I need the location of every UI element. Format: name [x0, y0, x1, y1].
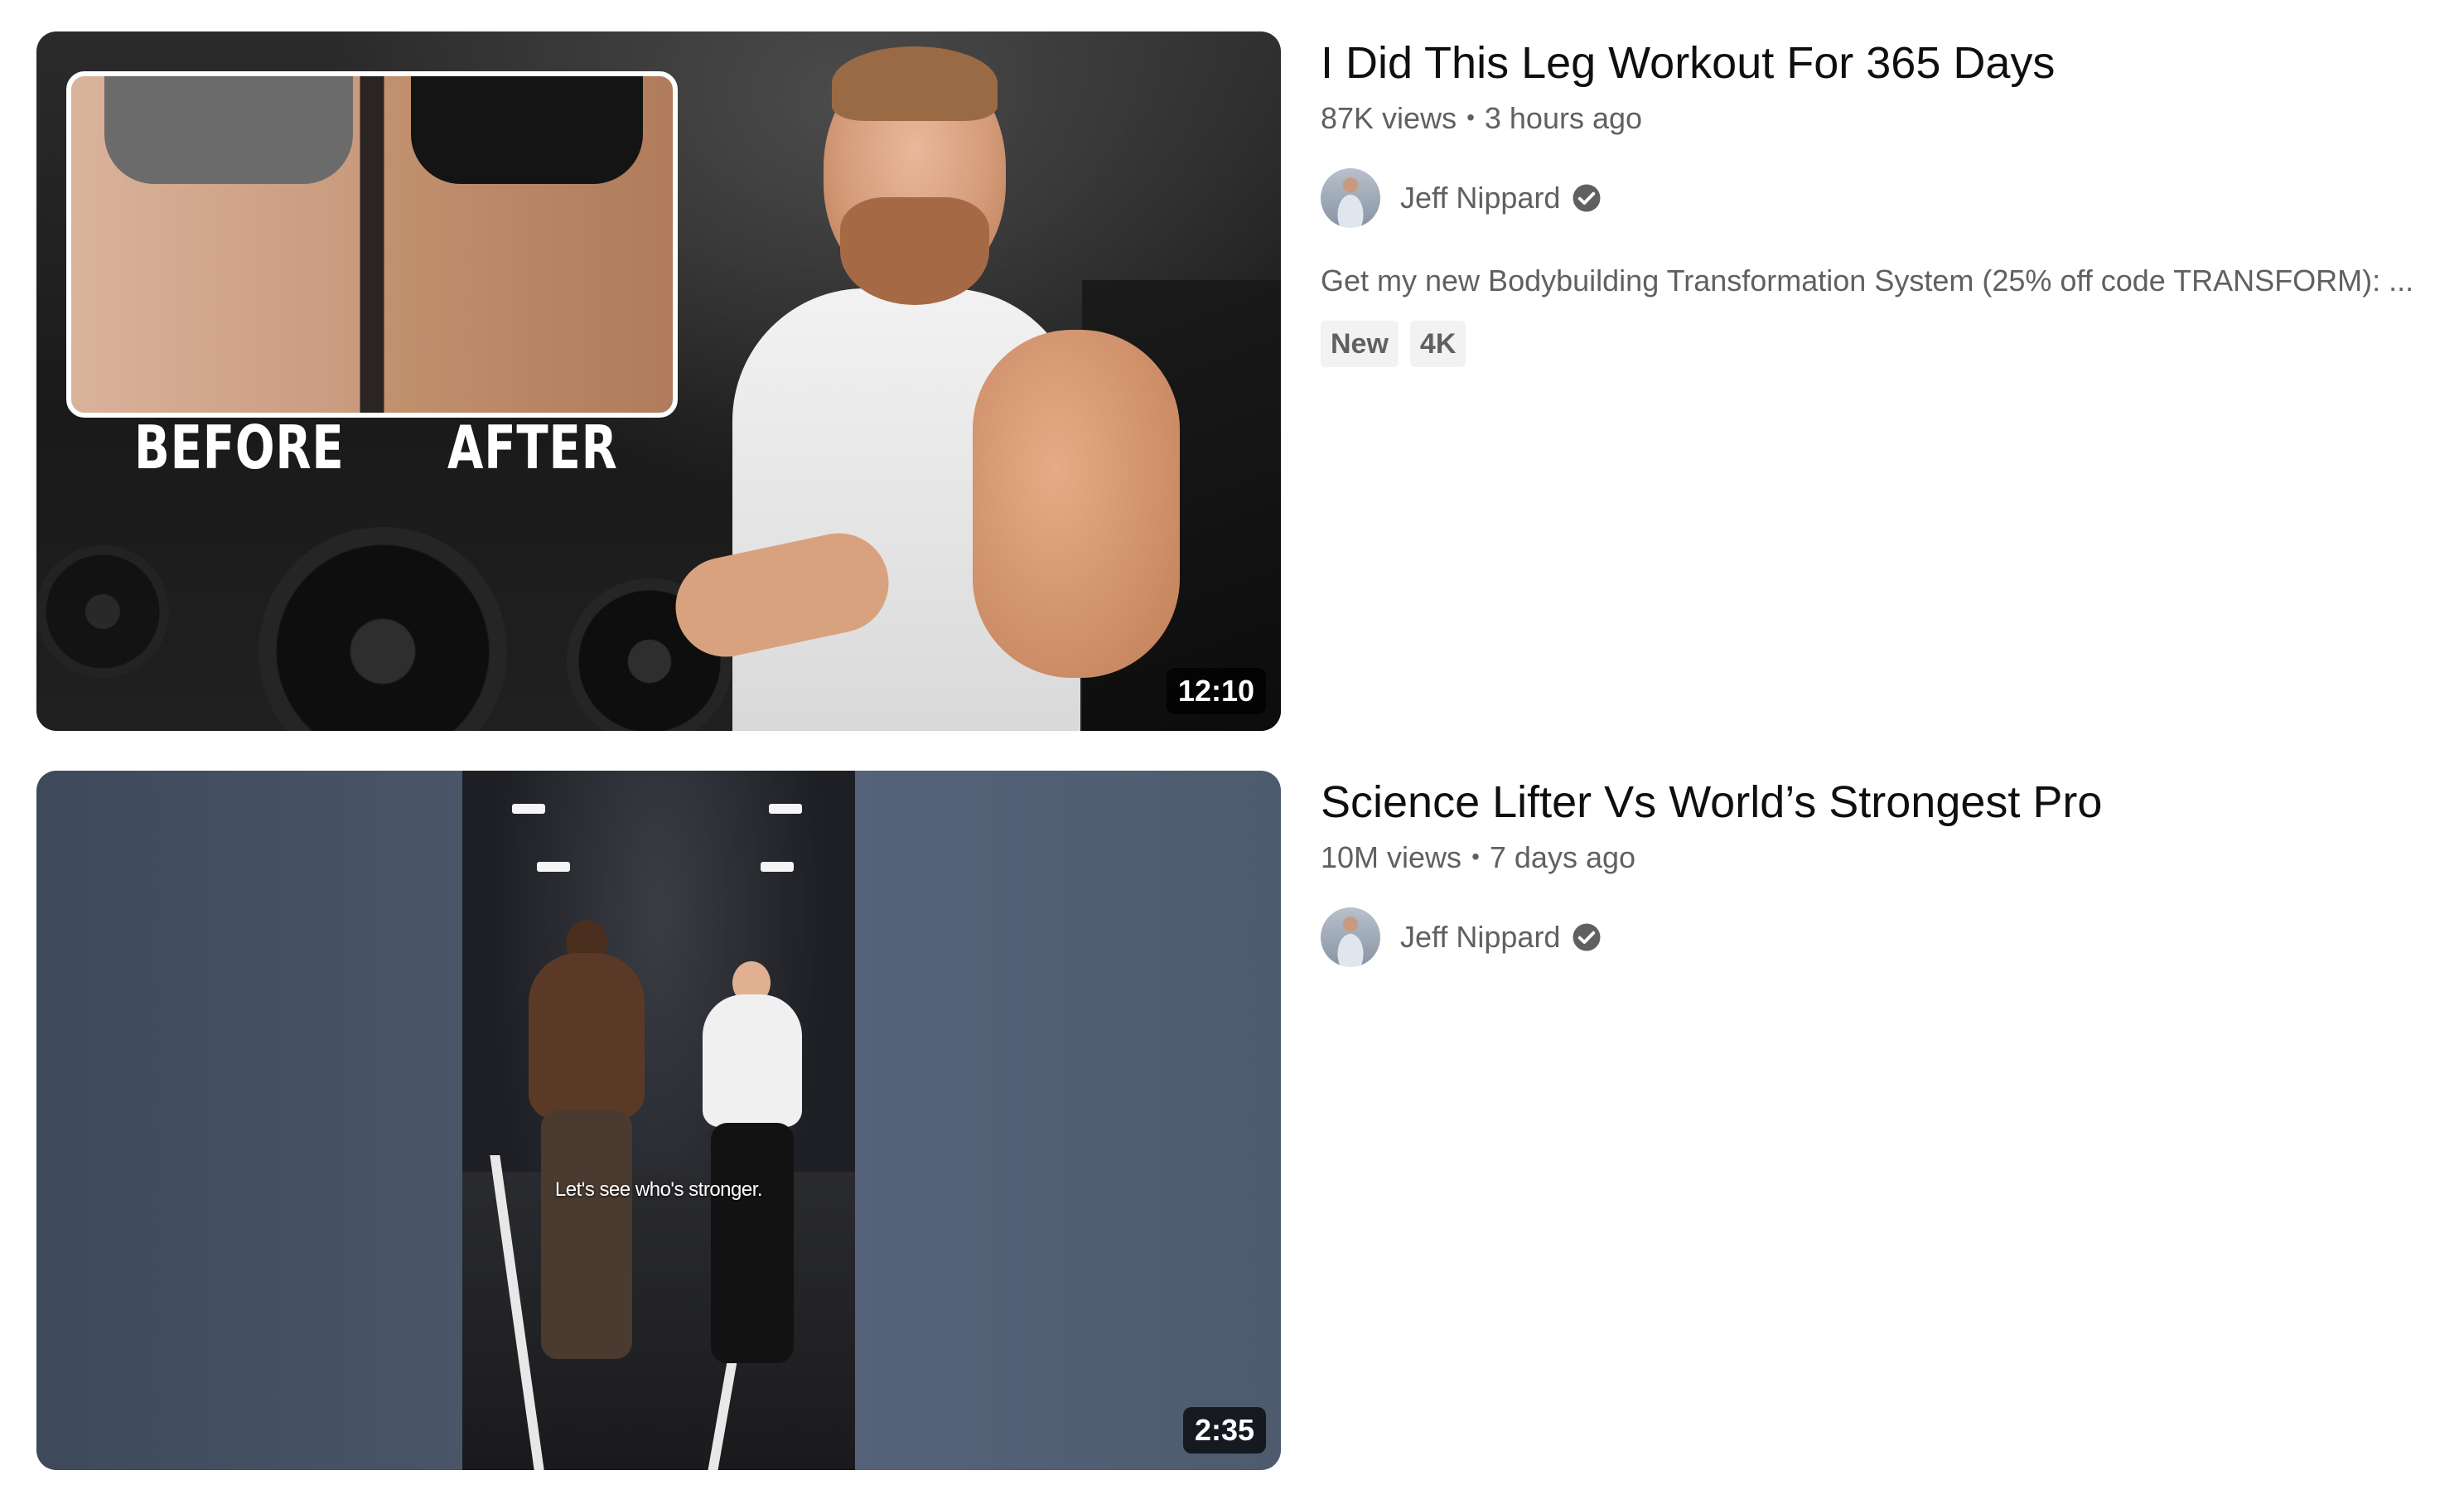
video-metadata: 10M views • 7 days ago: [1321, 837, 2447, 878]
video-thumbnail[interactable]: Let's see who's stronger. 2:35: [36, 771, 1281, 1470]
video-thumbnail[interactable]: BEFORE AFTER 12:10: [36, 31, 1281, 731]
channel-link[interactable]: Jeff Nippard: [1321, 168, 2447, 228]
video-details: I Did This Leg Workout For 365 Days 87K …: [1321, 31, 2447, 367]
video-details: Science Lifter Vs World’s Strongest Pro …: [1321, 771, 2447, 967]
video-title[interactable]: Science Lifter Vs World’s Strongest Pro: [1321, 771, 2447, 834]
4k-badge: 4K: [1409, 321, 1466, 367]
thumbnail-person-arm: [973, 330, 1180, 678]
thumbnail-person-pants: [711, 1123, 794, 1363]
thumbnail-ceiling-light: [512, 804, 545, 814]
channel-link[interactable]: Jeff Nippard: [1321, 907, 2447, 967]
check-circle-icon: [1573, 923, 1601, 951]
thumbnail-before-label: BEFORE: [134, 413, 345, 482]
thumbnail-person-beard: [840, 197, 989, 305]
channel-name[interactable]: Jeff Nippard: [1400, 178, 1560, 218]
thumbnail-person-torso: [529, 953, 645, 1119]
thumbnail-person: [529, 920, 645, 1384]
video-title[interactable]: I Did This Leg Workout For 365 Days: [1321, 31, 2447, 94]
new-badge: New: [1321, 321, 1399, 367]
video-metadata: 87K views • 3 hours ago: [1321, 98, 2447, 138]
thumbnail-caption: Let's see who's stronger.: [554, 1178, 763, 1201]
channel-avatar[interactable]: [1321, 168, 1380, 228]
channel-avatar[interactable]: [1321, 907, 1380, 967]
check-circle-icon: [1573, 184, 1601, 212]
thumbnail-short-frame: Let's see who's stronger.: [462, 771, 855, 1470]
thumbnail-person: [703, 961, 802, 1392]
badge-list: New 4K: [1321, 321, 2447, 367]
duration-badge: 2:35: [1182, 1407, 1266, 1454]
upload-age: 3 hours ago: [1484, 101, 1643, 135]
channel-name[interactable]: Jeff Nippard: [1400, 917, 1560, 957]
meta-separator: •: [1471, 844, 1480, 869]
thumbnail-person-torso: [703, 994, 802, 1127]
thumbnail-ceiling-light: [769, 804, 802, 814]
thumbnail-weight-plate: [36, 545, 169, 678]
thumbnail-before-after-box: [66, 71, 678, 418]
thumbnail-after-label: AFTER: [447, 413, 618, 482]
view-count: 10M views: [1321, 840, 1462, 874]
duration-badge: 12:10: [1166, 668, 1266, 714]
thumbnail-weight-plate: [258, 527, 507, 731]
video-description: Get my new Bodybuilding Transformation S…: [1321, 264, 2414, 297]
upload-age: 7 days ago: [1489, 840, 1636, 874]
thumbnail-ceiling-light: [761, 862, 794, 872]
thumbnail-person-pants: [541, 1110, 632, 1359]
thumbnail-ceiling-light: [537, 862, 570, 872]
video-item: Let's see who's stronger. 2:35 Science L…: [36, 771, 2439, 1472]
thumbnail-shorts-before: [104, 76, 353, 184]
video-item: BEFORE AFTER 12:10 I Did This Leg Workou…: [36, 31, 2439, 733]
thumbnail-person-hair: [832, 46, 998, 121]
meta-separator: •: [1466, 104, 1475, 130]
thumbnail-shorts-after: [411, 76, 643, 184]
view-count: 87K views: [1321, 101, 1457, 135]
